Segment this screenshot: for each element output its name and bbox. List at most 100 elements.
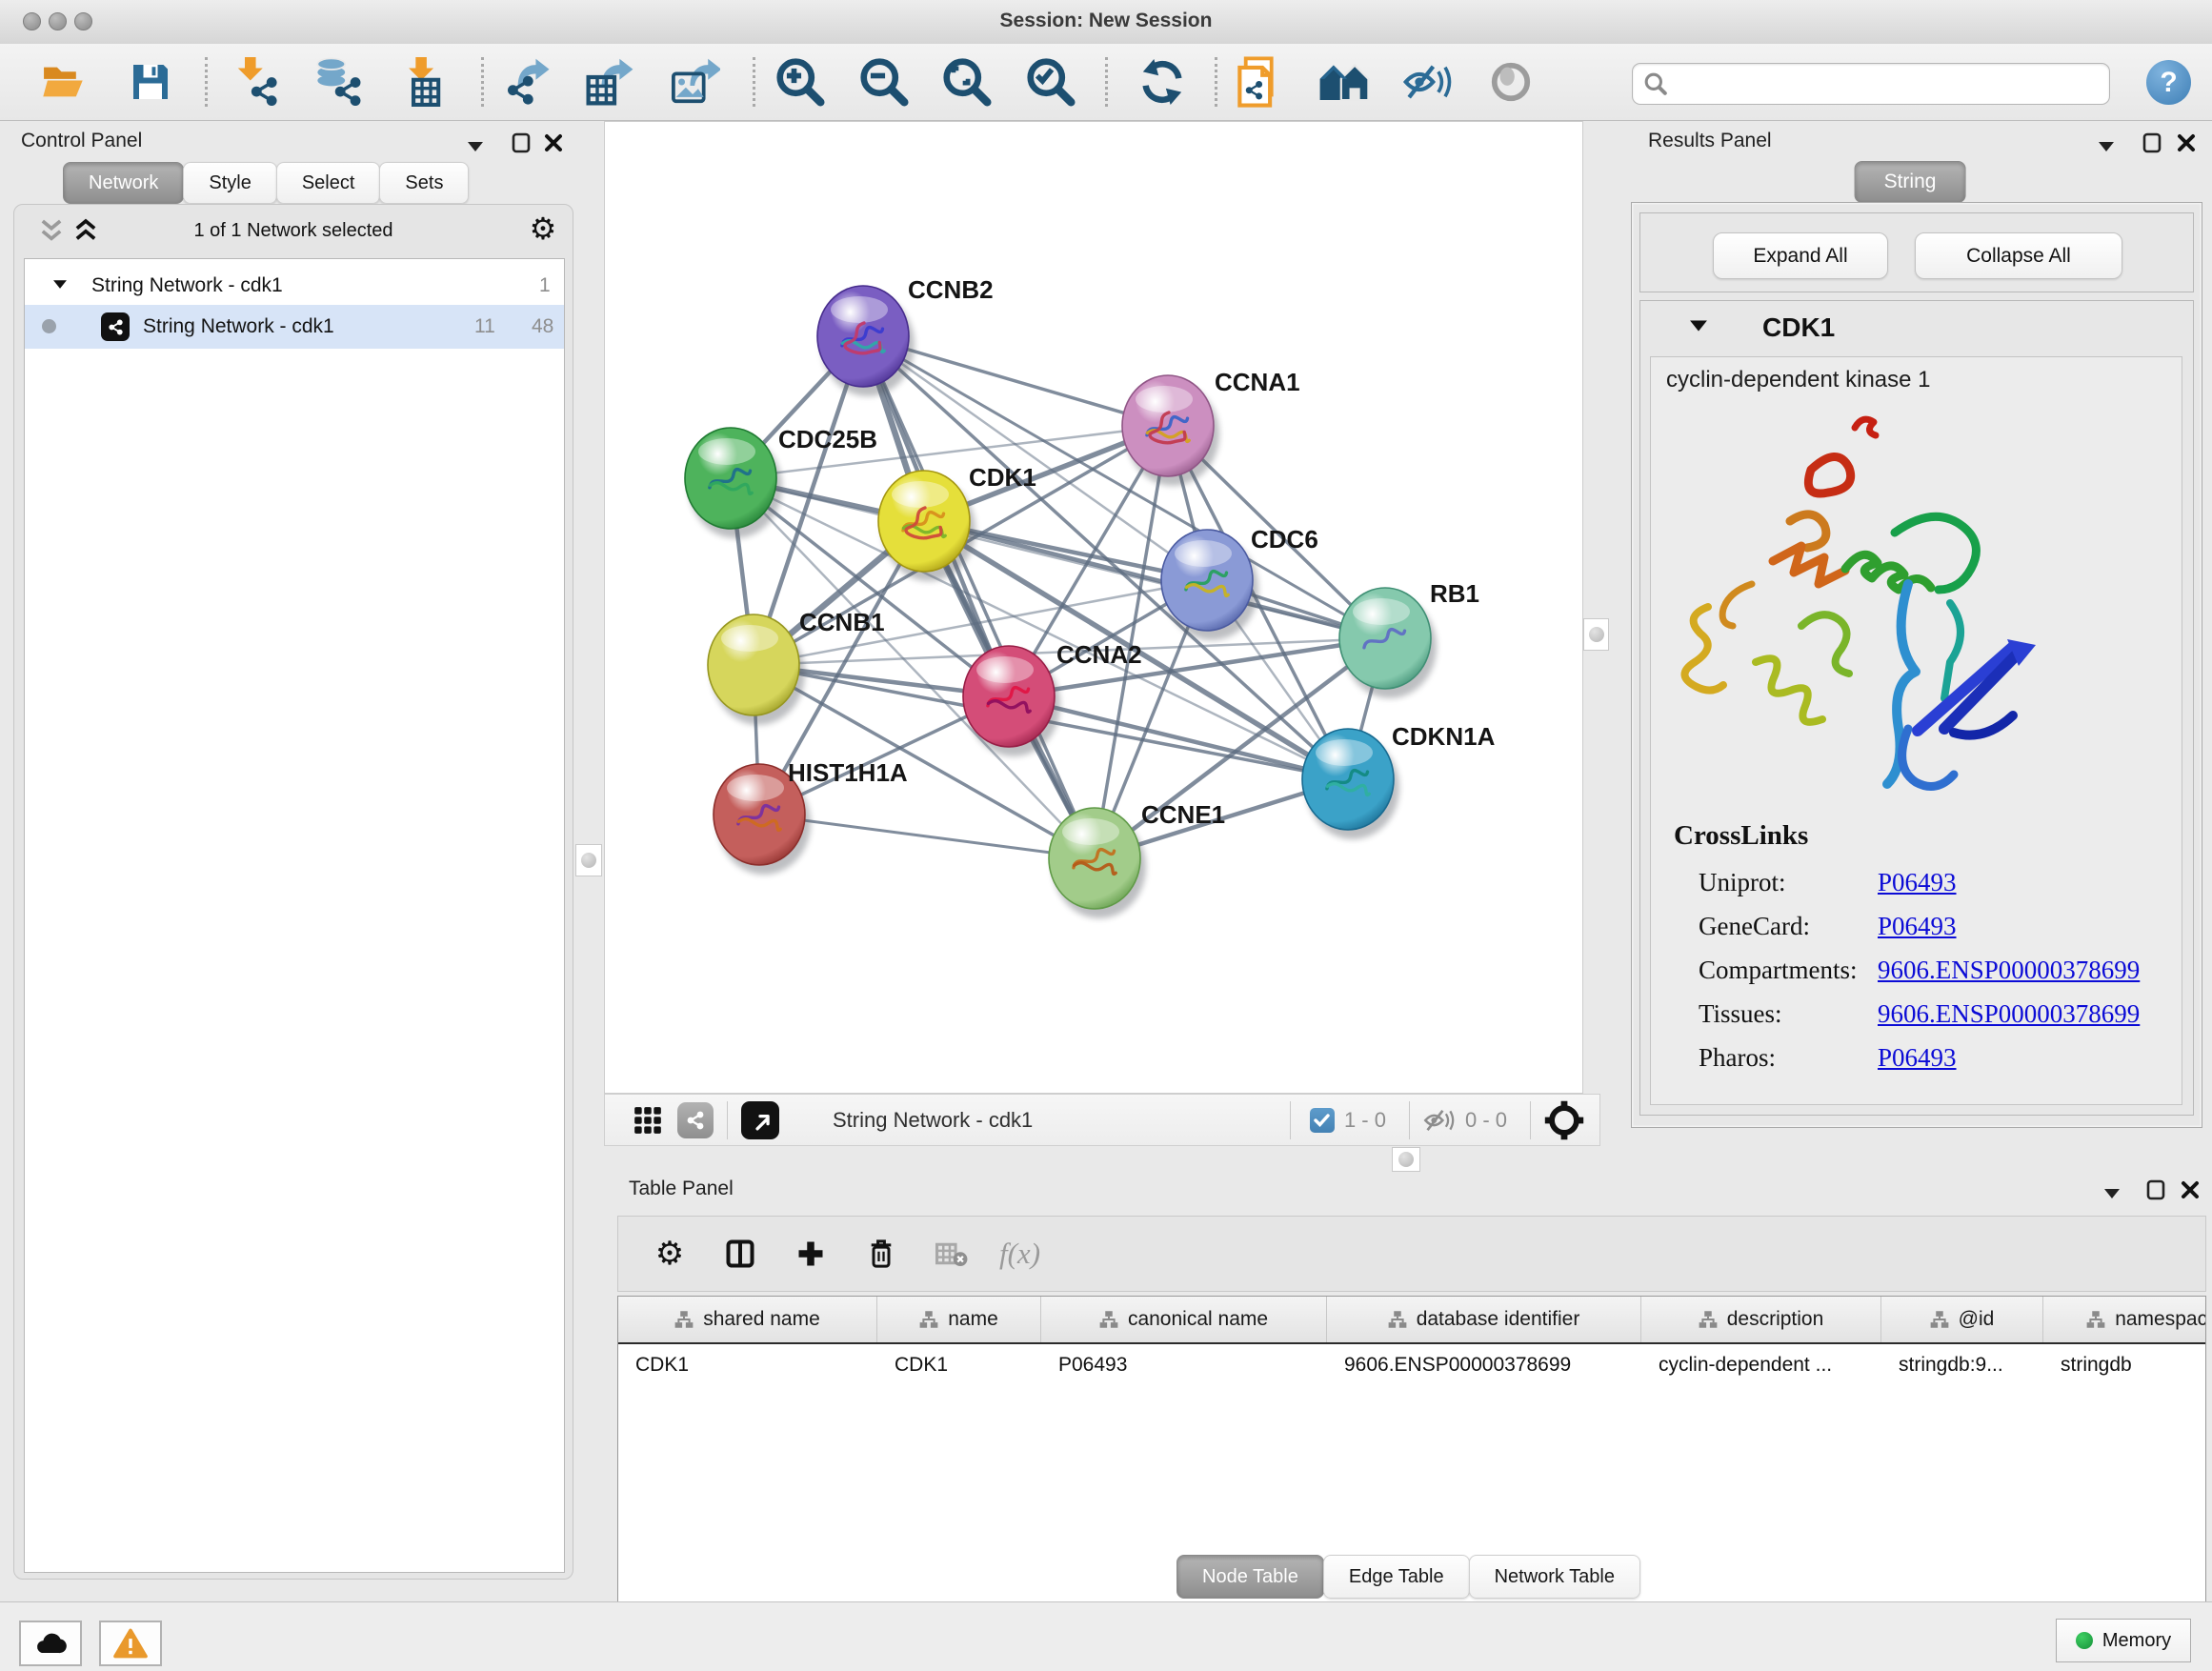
show-columns-icon[interactable] <box>721 1233 759 1275</box>
search-input[interactable] <box>1675 65 2098 103</box>
open-session-icon[interactable] <box>31 50 94 113</box>
string-home-icon[interactable] <box>1313 50 1376 113</box>
search-icon <box>1644 72 1667 95</box>
float-panel-icon[interactable] <box>461 132 490 161</box>
column-header-canonical-name[interactable]: canonical name <box>1041 1297 1327 1342</box>
string-network-icon <box>101 312 130 341</box>
cell-namespace[interactable]: stringdb <box>2043 1344 2206 1386</box>
crosslink-uniprot-link[interactable]: P06493 <box>1878 868 1957 897</box>
network-view-canvas[interactable]: CCNB2CCNA1CDC25BCDK1CDC6RB1CCNB1CCNA2CDK… <box>604 121 1583 1094</box>
search-field[interactable] <box>1632 63 2110 105</box>
float-panel-icon[interactable] <box>2098 1179 2126 1208</box>
selected-nodes-checkbox[interactable] <box>1310 1108 1335 1133</box>
crosslink-tissues-link[interactable]: 9606.ENSP00000378699 <box>1878 999 2140 1029</box>
close-panel-icon[interactable] <box>2176 1176 2204 1204</box>
network-collection-row[interactable]: String Network - cdk1 1 <box>25 265 564 307</box>
network-row-selected[interactable]: String Network - cdk1 11 48 <box>25 305 564 349</box>
import-network-from-file-icon[interactable] <box>226 50 289 113</box>
node-label-RB1: RB1 <box>1430 579 1479 608</box>
column-header-namespace[interactable]: namespace <box>2043 1297 2206 1342</box>
vertical-splitter-handle[interactable] <box>575 844 602 876</box>
memory-button[interactable]: Memory <box>2056 1619 2191 1662</box>
node-label-CCNB1: CCNB1 <box>799 608 885 636</box>
export-table-icon[interactable] <box>578 50 641 113</box>
zoom-in-icon[interactable] <box>769 50 832 113</box>
cell--id[interactable]: stringdb:9... <box>1881 1344 2043 1386</box>
network-edge-count: 48 <box>532 315 553 338</box>
maximize-panel-icon[interactable] <box>507 129 535 157</box>
import-table-from-file-icon[interactable] <box>392 50 455 113</box>
network-node-RB1[interactable] <box>1339 588 1437 698</box>
network-node-CCNB2[interactable] <box>817 286 915 396</box>
table-options-gear-icon[interactable]: ⚙ <box>651 1233 689 1275</box>
maximize-panel-icon[interactable] <box>2142 1176 2170 1204</box>
crosslink-genecard-link[interactable]: P06493 <box>1878 912 1957 941</box>
maximize-panel-icon[interactable] <box>2138 129 2166 157</box>
collapse-all-button[interactable]: Collapse All <box>1915 232 2122 279</box>
refresh-view-icon[interactable] <box>1131 50 1194 113</box>
save-session-icon[interactable] <box>119 50 182 113</box>
delete-column-trash-icon[interactable] <box>862 1233 900 1275</box>
detach-view-icon[interactable] <box>741 1101 779 1139</box>
tab-select[interactable]: Select <box>276 162 381 204</box>
close-panel-icon[interactable] <box>2172 129 2201 157</box>
birds-eye-view-icon[interactable] <box>1544 1100 1584 1140</box>
tab-style[interactable]: Style <box>183 162 276 204</box>
collection-expand-icon[interactable] <box>53 280 67 289</box>
export-network-icon[interactable] <box>497 50 560 113</box>
tab-network-table[interactable]: Network Table <box>1469 1555 1640 1599</box>
zoom-fit-content-icon[interactable] <box>935 50 998 113</box>
warning-status-icon[interactable] <box>99 1621 162 1666</box>
horizontal-splitter-handle[interactable] <box>1392 1147 1420 1172</box>
column-header-shared-name[interactable]: shared name <box>618 1297 877 1342</box>
gene-section-header[interactable]: CDK1 <box>1640 301 2193 356</box>
gene-section: CDK1 cyclin-dependent kinase 1 <box>1639 300 2194 1116</box>
import-network-from-database-icon[interactable] <box>307 50 370 113</box>
tab-edge-table[interactable]: Edge Table <box>1323 1555 1470 1599</box>
tab-network[interactable]: Network <box>63 162 184 204</box>
column-header--id[interactable]: @id <box>1881 1297 2043 1342</box>
crosslink-pharos-link[interactable]: P06493 <box>1878 1043 1957 1073</box>
network-options-gear-icon[interactable]: ⚙ <box>529 214 557 243</box>
float-panel-icon[interactable] <box>2092 132 2121 161</box>
vertical-splitter-handle[interactable] <box>1583 618 1609 651</box>
tab-node-table[interactable]: Node Table <box>1176 1555 1324 1599</box>
cloud-status-icon[interactable] <box>19 1621 82 1666</box>
column-header-name[interactable]: name <box>877 1297 1041 1342</box>
help-icon[interactable]: ? <box>2146 60 2191 105</box>
tab-sets[interactable]: Sets <box>379 162 469 204</box>
column-label: database identifier <box>1417 1308 1580 1331</box>
zoom-selected-icon[interactable] <box>1019 50 1082 113</box>
function-builder-icon[interactable]: f(x) <box>999 1237 1040 1271</box>
section-collapse-icon[interactable] <box>1690 320 1707 332</box>
clone-network-icon[interactable] <box>1228 50 1291 113</box>
cell-canonical-name[interactable]: P06493 <box>1041 1344 1327 1386</box>
network-node-CCNE1[interactable] <box>1049 808 1146 918</box>
cell-database-identifier[interactable]: 9606.ENSP00000378699 <box>1327 1344 1641 1386</box>
network-node-CCNA2[interactable] <box>963 646 1060 756</box>
zoom-out-icon[interactable] <box>853 50 915 113</box>
crosslink-compartments-link[interactable]: 9606.ENSP00000378699 <box>1878 956 2140 985</box>
table-row[interactable]: CDK1CDK1P064939606.ENSP00000378699cyclin… <box>618 1344 2206 1386</box>
create-column-icon[interactable] <box>792 1233 830 1275</box>
cell-name[interactable]: CDK1 <box>877 1344 1041 1386</box>
column-header-database-identifier[interactable]: database identifier <box>1327 1297 1641 1342</box>
column-header-description[interactable]: description <box>1641 1297 1881 1342</box>
close-panel-icon[interactable] <box>539 129 568 157</box>
network-view-mode-icon[interactable] <box>677 1102 714 1138</box>
hidden-elements-icon[interactable] <box>1423 1107 1456 1134</box>
show-glass-effect-icon[interactable] <box>1479 50 1542 113</box>
network-node-CDKN1A[interactable] <box>1302 729 1399 839</box>
cell-description[interactable]: cyclin-dependent ... <box>1641 1344 1881 1386</box>
cell-shared-name[interactable]: CDK1 <box>618 1344 877 1386</box>
delete-table-icon[interactable] <box>933 1233 971 1275</box>
export-image-icon[interactable] <box>664 50 727 113</box>
network-node-CDC25B[interactable] <box>685 428 782 538</box>
expand-all-button[interactable]: Expand All <box>1713 232 1888 279</box>
network-node-CDK1[interactable] <box>878 471 975 581</box>
hide-glass-effect-icon[interactable] <box>1397 50 1459 113</box>
tab-string[interactable]: String <box>1855 161 1966 203</box>
grid-mode-icon[interactable] <box>633 1106 662 1135</box>
node-table-header: shared namenamecanonical name database id… <box>618 1297 2206 1344</box>
network-node-CCNA1[interactable] <box>1122 375 1219 486</box>
